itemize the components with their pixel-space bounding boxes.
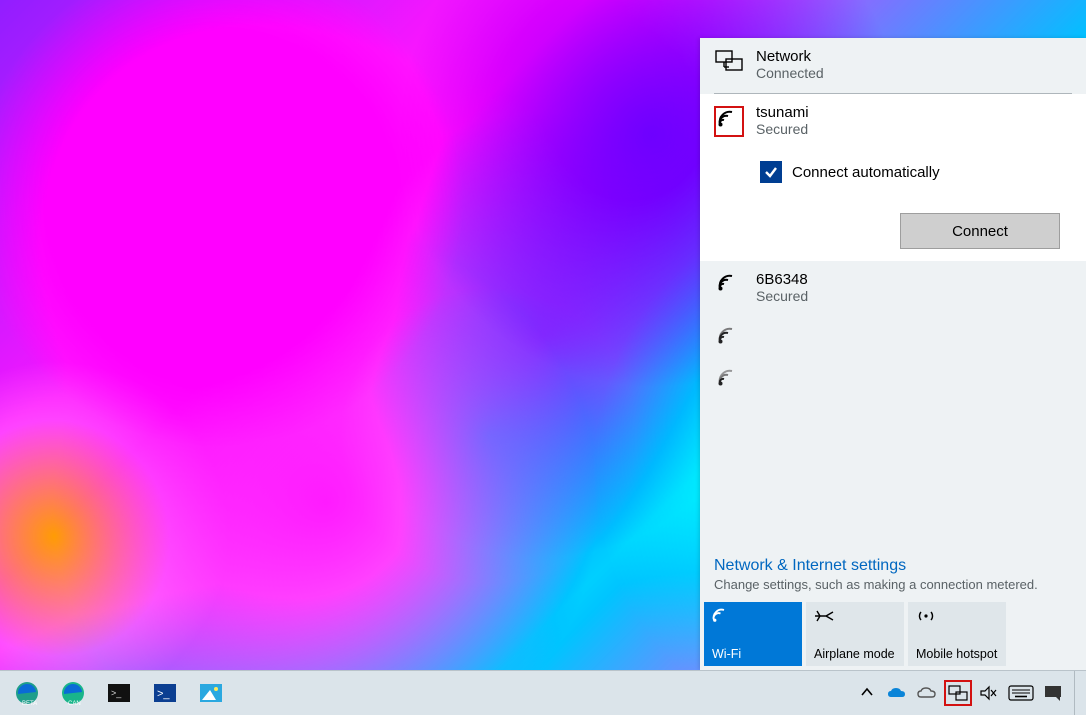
network-header-status: Connected [756,65,824,81]
taskbar-app-edge-beta[interactable]: BETA [6,674,48,712]
wifi-name: tsunami [756,104,809,121]
tile-label: Airplane mode [814,648,898,662]
onedrive-icon[interactable] [884,680,910,706]
wifi-item[interactable]: 6B6348 Secured [700,261,1086,314]
highlight-annotation [944,680,972,706]
network-list: Network Connected [700,38,1086,547]
wifi-icon [714,326,744,346]
tile-label: Mobile hotspot [916,648,1000,662]
show-desktop-button[interactable] [1074,671,1082,715]
svg-text:>_: >_ [157,688,170,700]
svg-text:CAN: CAN [68,701,81,707]
taskbar-app-powershell[interactable]: >_ [144,674,186,712]
weather-icon[interactable] [914,680,940,706]
network-tray-icon[interactable] [947,683,969,703]
wifi-icon [717,109,741,134]
wifi-item[interactable] [700,356,1086,398]
wifi-icon [714,273,744,293]
taskbar: BETA CAN >_ >_ [0,670,1086,715]
touch-keyboard-icon[interactable] [1006,680,1036,706]
connect-button[interactable]: Connect [900,213,1060,249]
action-center-icon[interactable] [1040,680,1066,706]
settings-title: Network & Internet settings [714,557,1072,575]
tile-label: Wi-Fi [712,648,796,662]
connect-automatically-label: Connect automatically [792,164,940,181]
settings-hint: Change settings, such as making a connec… [714,577,1072,592]
network-header-item[interactable]: Network Connected [700,38,1086,91]
hotspot-icon [916,608,1000,627]
wifi-security: Secured [756,288,808,304]
airplane-icon [814,608,898,627]
taskbar-app-edge-canary[interactable]: CAN [52,674,94,712]
ethernet-icon [714,50,744,72]
tile-airplane-mode[interactable]: Airplane mode [806,602,904,666]
network-header-name: Network [756,48,824,65]
wifi-security: Secured [756,121,809,137]
svg-text:>_: >_ [111,688,122,698]
taskbar-pinned-apps: BETA CAN >_ >_ [6,674,232,712]
checkmark-icon [760,161,782,183]
taskbar-app-photos[interactable] [190,674,232,712]
svg-text:BETA: BETA [22,701,37,707]
wifi-icon [714,368,744,388]
wifi-item[interactable] [700,314,1086,356]
system-tray [854,671,1082,715]
network-settings-link[interactable]: Network & Internet settings Change setti… [700,547,1086,598]
connect-automatically-checkbox[interactable]: Connect automatically [760,161,1072,183]
volume-mute-icon[interactable] [976,680,1002,706]
tray-overflow-chevron[interactable] [854,680,880,706]
highlight-annotation [714,106,744,137]
wifi-name: 6B6348 [756,271,808,288]
quick-action-tiles: Wi-Fi Airplane mode Mobile hotspot [700,598,1086,670]
taskbar-app-command-prompt[interactable]: >_ [98,674,140,712]
tile-wifi[interactable]: Wi-Fi [704,602,802,666]
network-flyout: Network Connected [700,38,1086,670]
tile-mobile-hotspot[interactable]: Mobile hotspot [908,602,1006,666]
wifi-icon [712,608,796,627]
wifi-item-selected[interactable]: tsunami Secured Connect automatically Co… [700,94,1086,261]
